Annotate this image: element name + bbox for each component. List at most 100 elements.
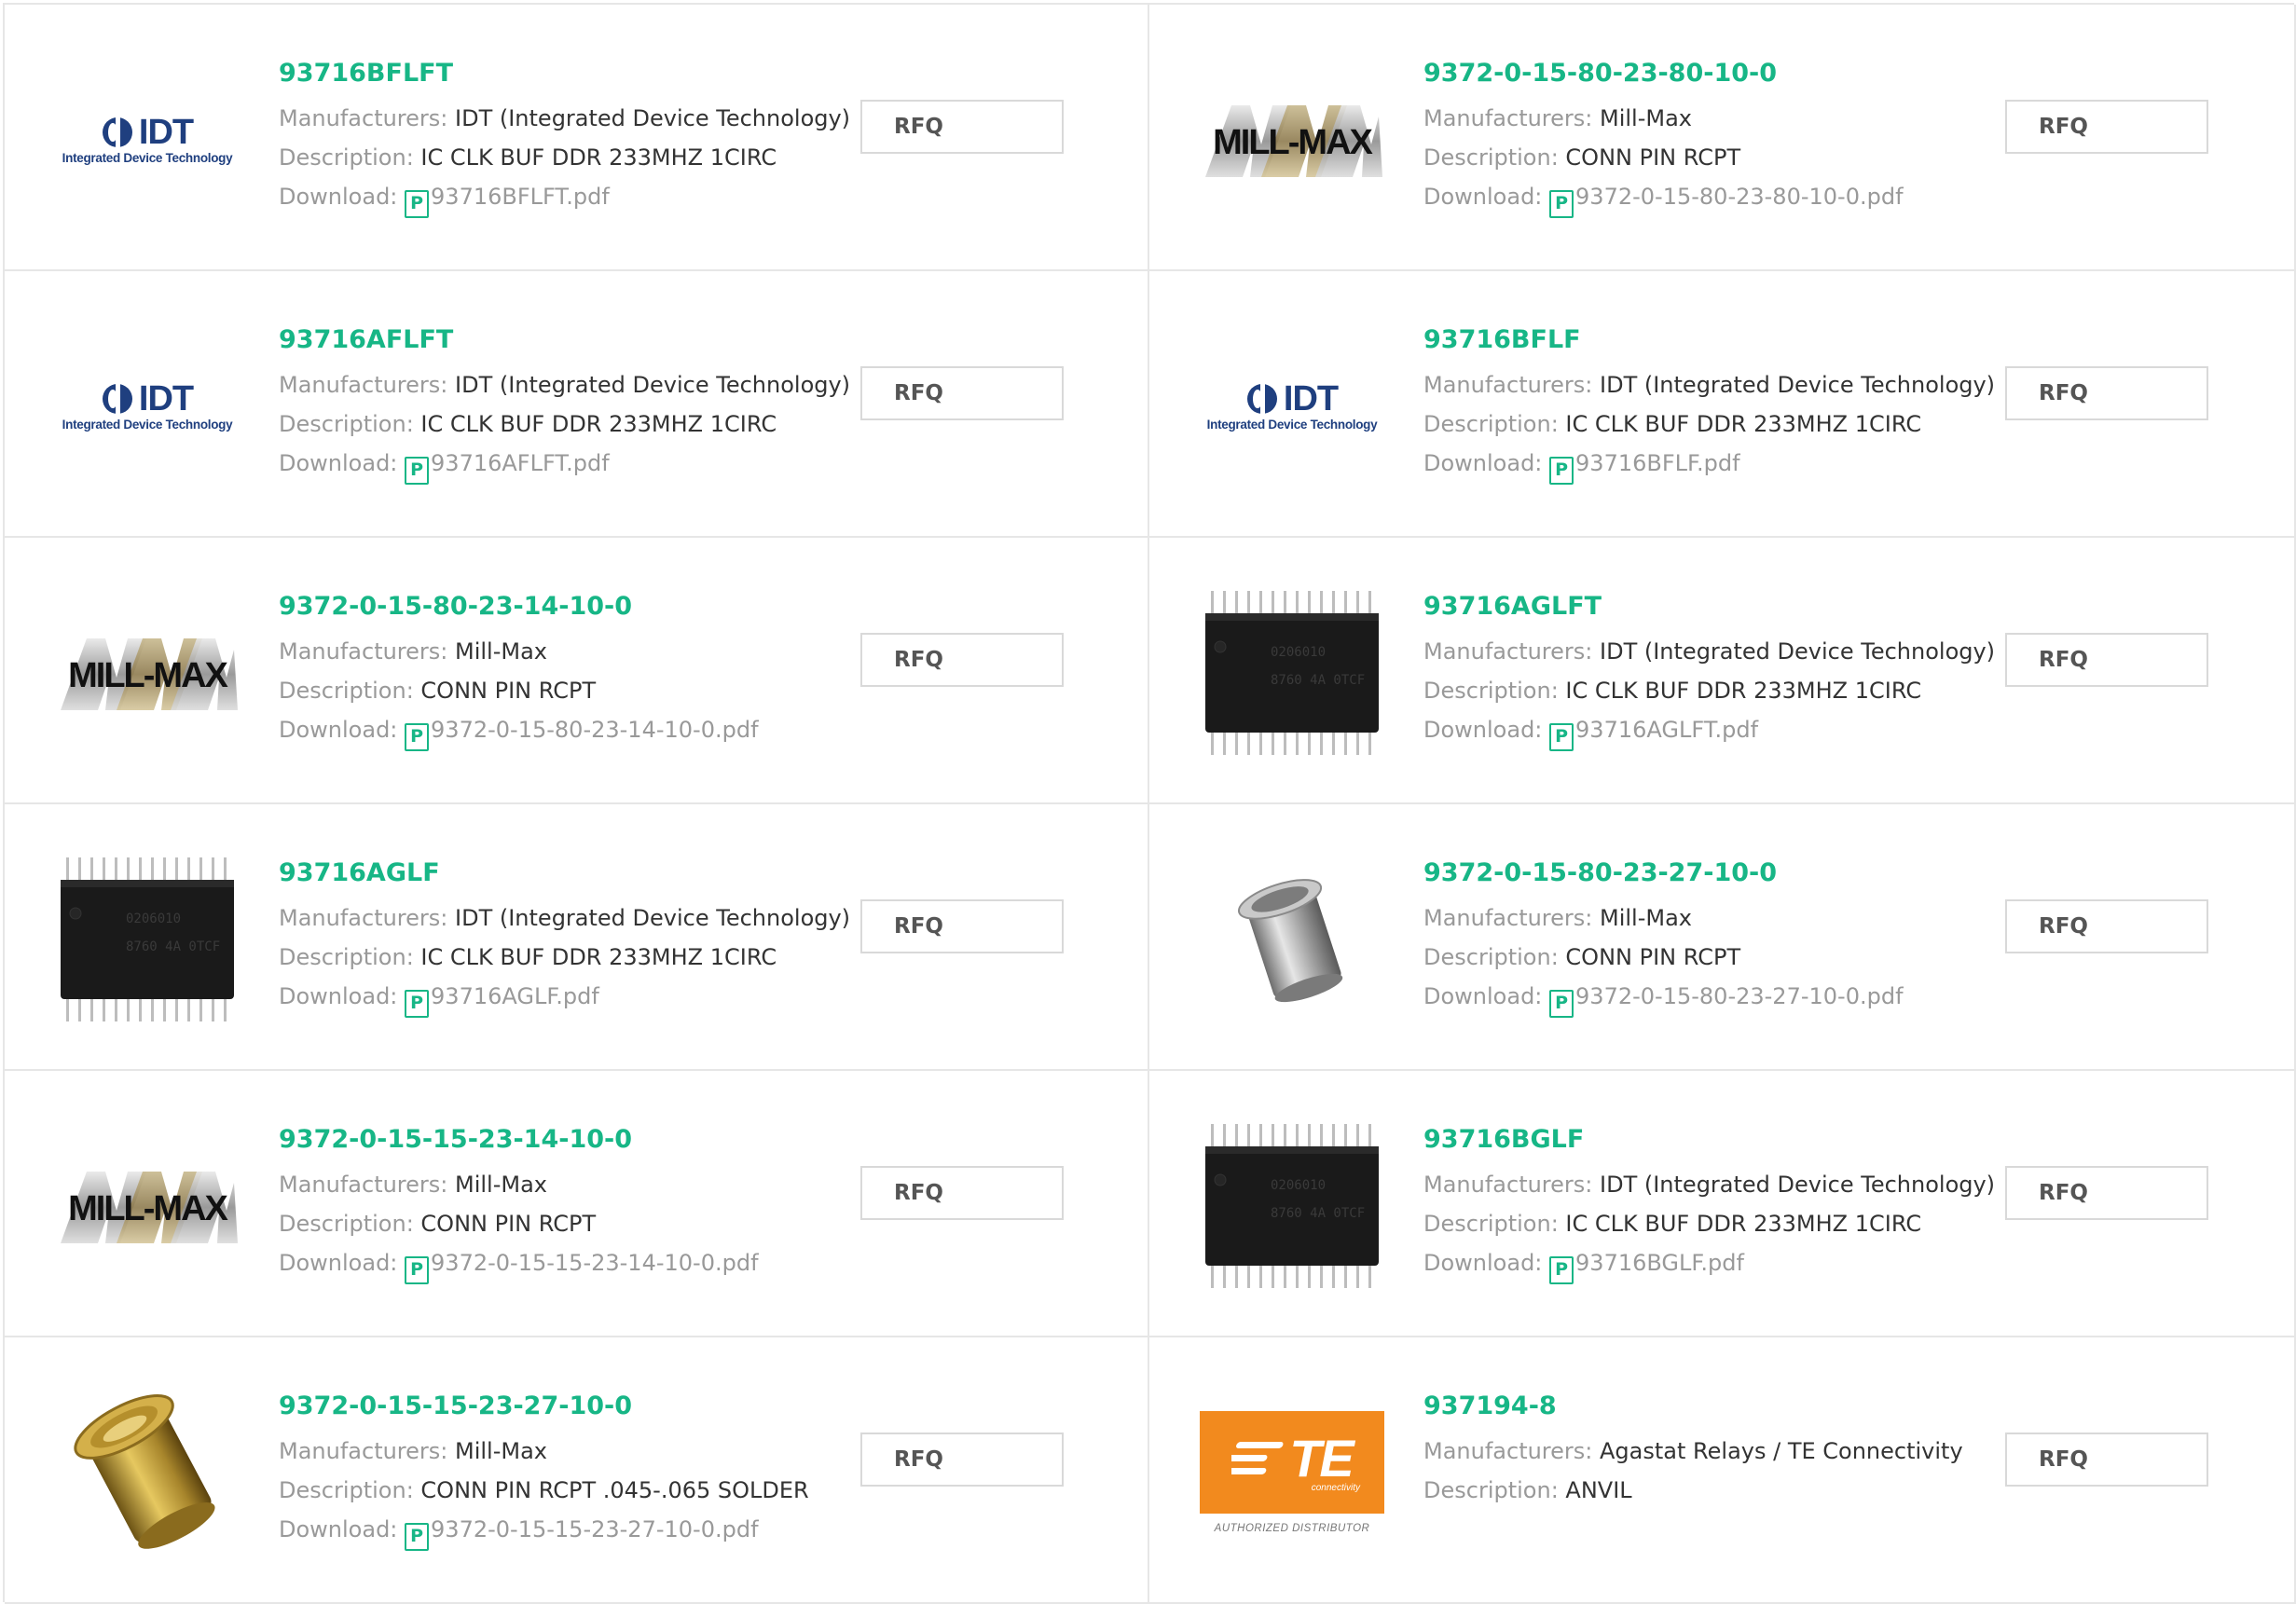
rfq-button[interactable]: RFQ <box>860 1166 1064 1220</box>
product-card: 9372-0-15-15-23-27-10-0 Manufacturers: Mi… <box>5 1337 1149 1604</box>
part-number-link[interactable]: 93716BFLFT <box>279 57 875 90</box>
description-row: Description: CONN PIN RCPT <box>1423 144 2020 171</box>
part-number-link[interactable]: 93716AGLF <box>279 857 875 890</box>
part-number-link[interactable]: 9372-0-15-80-23-80-10-0 <box>1423 57 2020 90</box>
rfq-button[interactable]: RFQ <box>860 633 1064 687</box>
download-row: Download: P 9372-0-15-15-23-14-10-0.pdf <box>279 1250 875 1284</box>
datasheet-pdf-link[interactable]: P 93716AGLFT.pdf <box>1549 717 1758 751</box>
datasheet-pdf-link[interactable]: P 9372-0-15-15-23-27-10-0.pdf <box>405 1516 759 1551</box>
description-value: IC CLK BUF DDR 233MHZ 1CIRC <box>1565 1211 1922 1237</box>
datasheet-pdf-link[interactable]: P 9372-0-15-80-23-14-10-0.pdf <box>405 717 759 751</box>
rfq-button[interactable]: RFQ <box>2005 100 2208 154</box>
product-thumbnail[interactable]: TE connectivity AUTHORIZED DISTRIBUTOR <box>1196 1381 1388 1564</box>
datasheet-pdf-link[interactable]: P 93716BGLF.pdf <box>1549 1250 1744 1284</box>
description-value: IC CLK BUF DDR 233MHZ 1CIRC <box>420 944 777 970</box>
datasheet-pdf-link[interactable]: P 9372-0-15-80-23-80-10-0.pdf <box>1549 184 1904 218</box>
datasheet-pdf-link[interactable]: P 9372-0-15-80-23-27-10-0.pdf <box>1549 983 1904 1018</box>
description-row: Description: IC CLK BUF DDR 233MHZ 1CIRC <box>1423 411 2020 437</box>
manufacturer-value: Mill-Max <box>1600 105 1693 131</box>
manufacturer-row: Manufacturers: IDT (Integrated Device Te… <box>1423 372 2020 398</box>
product-thumbnail[interactable] <box>1196 848 1388 1031</box>
datasheet-pdf-link[interactable]: P 93716BFLFT.pdf <box>405 184 610 218</box>
rfq-button[interactable]: RFQ <box>2005 1433 2208 1487</box>
product-thumbnail[interactable]: 0206010 8760 4A 0TCF <box>1196 582 1388 764</box>
product-thumbnail[interactable]: IDT Integrated Device Technology <box>1196 315 1388 498</box>
datasheet-pdf-link[interactable]: P 93716AFLFT.pdf <box>405 450 610 485</box>
product-info: 93716AGLF Manufacturers: IDT (Integrated … <box>279 857 875 1018</box>
svg-text:MILL-MAX: MILL-MAX <box>68 1189 228 1228</box>
part-number-link[interactable]: 93716AGLFT <box>1423 590 2020 624</box>
rfq-button[interactable]: RFQ <box>860 1433 1064 1487</box>
product-thumbnail[interactable]: MILL-MAX <box>1196 48 1388 231</box>
manufacturer-row: Manufacturers: Mill-Max <box>279 1438 875 1464</box>
part-number-link[interactable]: 93716BFLF <box>1423 323 2020 357</box>
product-info: 9372-0-15-15-23-27-10-0 Manufacturers: Mi… <box>279 1390 875 1551</box>
product-thumbnail[interactable] <box>51 1381 243 1564</box>
te-logo-box: TE connectivity <box>1200 1411 1384 1514</box>
manufacturer-value: Mill-Max <box>1600 905 1693 931</box>
product-info: 9372-0-15-15-23-14-10-0 Manufacturers: Mi… <box>279 1123 875 1284</box>
datasheet-pdf-link[interactable]: P 93716AGLF.pdf <box>405 983 599 1018</box>
svg-text:0206010: 0206010 <box>1271 1178 1326 1193</box>
part-number-link[interactable]: 9372-0-15-15-23-27-10-0 <box>279 1390 875 1423</box>
product-thumbnail[interactable]: IDT Integrated Device Technology <box>51 315 243 498</box>
pdf-icon: P <box>1549 1255 1574 1284</box>
description-value: CONN PIN RCPT <box>1565 144 1741 171</box>
product-thumbnail[interactable]: IDT Integrated Device Technology <box>51 48 243 231</box>
part-number-link[interactable]: 9372-0-15-80-23-27-10-0 <box>1423 857 2020 890</box>
ic-chip-photo: 0206010 8760 4A 0TCF <box>1205 1124 1379 1288</box>
manufacturer-row: Manufacturers: IDT (Integrated Device Te… <box>279 372 875 398</box>
description-value: IC CLK BUF DDR 233MHZ 1CIRC <box>420 411 777 437</box>
rfq-button[interactable]: RFQ <box>860 366 1064 420</box>
product-thumbnail[interactable]: 0206010 8760 4A 0TCF <box>1196 1115 1388 1297</box>
pdf-filename: 9372-0-15-15-23-14-10-0.pdf <box>431 1250 759 1276</box>
datasheet-pdf-link[interactable]: P 9372-0-15-15-23-14-10-0.pdf <box>405 1250 759 1284</box>
description-label: Description: <box>279 944 414 970</box>
rfq-button[interactable]: RFQ <box>860 100 1064 154</box>
download-row: Download: P 93716AGLF.pdf <box>279 983 875 1018</box>
pdf-filename: 9372-0-15-80-23-80-10-0.pdf <box>1575 184 1904 210</box>
svg-text:MILL-MAX: MILL-MAX <box>68 656 228 695</box>
manufacturer-value: IDT (Integrated Device Technology) <box>455 905 851 931</box>
part-number-link[interactable]: 937194-8 <box>1423 1390 2020 1423</box>
part-number-link[interactable]: 9372-0-15-80-23-14-10-0 <box>279 590 875 624</box>
download-row: Download: P 9372-0-15-15-23-27-10-0.pdf <box>279 1516 875 1551</box>
millmax-logo: MILL-MAX <box>61 638 238 710</box>
description-row: Description: CONN PIN RCPT <box>1423 944 2020 970</box>
rfq-button[interactable]: RFQ <box>2005 899 2208 953</box>
manufacturers-label: Manufacturers: <box>279 905 448 931</box>
product-thumbnail[interactable]: MILL-MAX <box>51 1115 243 1297</box>
datasheet-pdf-link[interactable]: P 93716BFLF.pdf <box>1549 450 1740 485</box>
manufacturer-row: Manufacturers: IDT (Integrated Device Te… <box>279 105 875 131</box>
rfq-button[interactable]: RFQ <box>2005 1166 2208 1220</box>
download-label: Download: <box>1423 717 1543 743</box>
silver-pin-photo <box>1238 879 1343 1003</box>
manufacturer-row: Manufacturers: IDT (Integrated Device Te… <box>279 905 875 931</box>
description-label: Description: <box>279 1477 414 1503</box>
description-value: IC CLK BUF DDR 233MHZ 1CIRC <box>1565 678 1922 704</box>
manufacturer-value: Mill-Max <box>455 1438 548 1464</box>
description-label: Description: <box>1423 1477 1559 1503</box>
manufacturer-value: IDT (Integrated Device Technology) <box>1600 638 1996 665</box>
product-card: MILL-MAX 9372-0-15-15-23-14-10-0 Manufact… <box>5 1071 1149 1337</box>
manufacturer-row: Manufacturers: Mill-Max <box>279 638 875 665</box>
rfq-button[interactable]: RFQ <box>860 899 1064 953</box>
product-info: 937194-8 Manufacturers: Agastat Relays / … <box>1423 1390 2020 1503</box>
product-thumbnail[interactable]: 0206010 8760 4A 0TCF <box>51 848 243 1031</box>
download-label: Download: <box>279 1516 398 1542</box>
part-number-link[interactable]: 93716BGLF <box>1423 1123 2020 1157</box>
rfq-button[interactable]: RFQ <box>2005 366 2208 420</box>
manufacturer-value: Agastat Relays / TE Connectivity <box>1600 1438 1963 1464</box>
pdf-icon: P <box>1549 189 1574 218</box>
product-thumbnail[interactable]: MILL-MAX <box>51 582 243 764</box>
download-row: Download: P 93716AGLFT.pdf <box>1423 717 2020 751</box>
te-stripes-icon <box>1231 1441 1284 1474</box>
manufacturer-value: Mill-Max <box>455 1172 548 1198</box>
part-number-link[interactable]: 9372-0-15-15-23-14-10-0 <box>279 1123 875 1157</box>
svg-text:0206010: 0206010 <box>126 912 181 926</box>
description-row: Description: CONN PIN RCPT <box>279 678 875 704</box>
rfq-button[interactable]: RFQ <box>2005 633 2208 687</box>
part-number-link[interactable]: 93716AFLFT <box>279 323 875 357</box>
download-label: Download: <box>279 450 398 476</box>
download-label: Download: <box>279 983 398 1009</box>
